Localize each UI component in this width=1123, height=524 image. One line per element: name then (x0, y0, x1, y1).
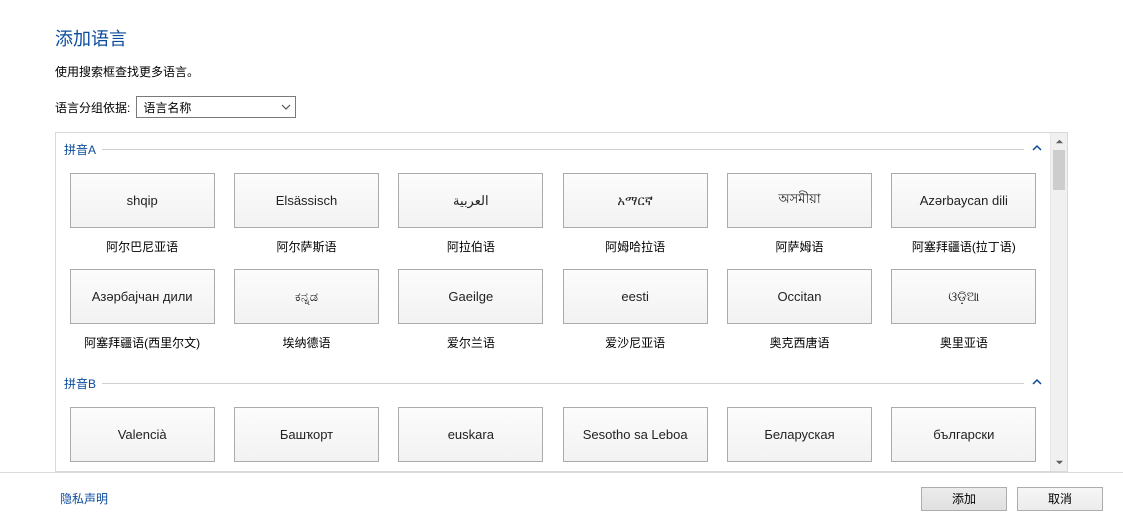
group-by-label: 语言分组依据: (55, 99, 130, 116)
group-by-value: 语言名称 (143, 99, 191, 116)
language-tile[interactable]: български (891, 407, 1036, 462)
dialog-footer: 隐私声明 添加 取消 (0, 472, 1123, 524)
language-tile[interactable]: Беларуская (727, 407, 872, 462)
dialog-title: 添加语言 (55, 25, 1068, 51)
language-label: 奥里亚语 (940, 334, 988, 351)
language-item: Gaeilge 爱尔兰语 (397, 269, 545, 351)
language-tile[interactable]: ಕನ್ನಡ (234, 269, 379, 324)
language-label: 阿尔巴尼亚语 (106, 238, 178, 255)
collapse-icon[interactable] (1030, 375, 1044, 389)
language-label: 阿尔萨斯语 (276, 238, 336, 255)
group-header: 拼音B (62, 375, 1044, 391)
language-label: 爱尔兰语 (447, 334, 495, 351)
language-item: български (890, 407, 1038, 471)
scroll-up-arrow-icon[interactable] (1051, 133, 1067, 150)
language-item: Occitan 奥克西唐语 (725, 269, 873, 351)
language-tile[interactable]: Elsässisch (234, 173, 379, 228)
language-label: 埃纳德语 (282, 334, 330, 351)
group-header: 拼音A (62, 141, 1044, 157)
group-by-select[interactable]: 语言名称 (136, 96, 296, 118)
language-tiles: shqip 阿尔巴尼亚语 Elsässisch 阿尔萨斯语 العربية 阿拉伯语 አማር… (62, 157, 1044, 367)
language-tiles: Valencià Башҡорт euskara Sesotho sa Leboa Бе… (62, 391, 1044, 471)
group-divider (102, 149, 1024, 150)
language-item: Azərbaycan dili 阿塞拜疆语(拉丁语) (890, 173, 1038, 255)
language-label: 奥克西唐语 (769, 334, 829, 351)
language-item: Valencià (68, 407, 216, 471)
add-language-dialog: 添加语言 使用搜索框查找更多语言。 语言分组依据: 语言名称 拼音A shqip 阿… (0, 0, 1123, 524)
group-name: 拼音A (62, 141, 100, 158)
language-tile[interactable]: Valencià (70, 407, 215, 462)
group-name: 拼音B (62, 375, 100, 392)
language-item: Elsässisch 阿尔萨斯语 (232, 173, 380, 255)
language-label: 爱沙尼亚语 (605, 334, 665, 351)
language-item: euskara (397, 407, 545, 471)
language-list-area: 拼音A shqip 阿尔巴尼亚语 Elsässisch 阿尔萨斯语 العربية 阿拉伯语… (55, 132, 1068, 472)
language-item: العربية 阿拉伯语 (397, 173, 545, 255)
language-tile[interactable]: Gaeilge (398, 269, 543, 324)
language-tile[interactable]: ଓଡ଼ିଆ (891, 269, 1036, 324)
scrollbar-thumb[interactable] (1053, 150, 1065, 190)
language-label: 阿塞拜疆语(西里尔文) (84, 334, 200, 351)
collapse-icon[interactable] (1030, 141, 1044, 155)
language-tile[interactable]: Башҡорт (234, 407, 379, 462)
language-tile[interactable]: shqip (70, 173, 215, 228)
language-label: 阿拉伯语 (447, 238, 495, 255)
cancel-button[interactable]: 取消 (1017, 487, 1103, 511)
group-divider (102, 383, 1024, 384)
dialog-content: 添加语言 使用搜索框查找更多语言。 语言分组依据: 语言名称 拼音A shqip 阿… (0, 0, 1123, 472)
language-item: অসমীয়া 阿萨姆语 (725, 173, 873, 255)
language-group: 拼音A shqip 阿尔巴尼亚语 Elsässisch 阿尔萨斯语 العربية 阿拉伯语… (62, 141, 1044, 367)
dialog-subtitle: 使用搜索框查找更多语言。 (55, 63, 1068, 80)
language-tile[interactable]: euskara (398, 407, 543, 462)
language-item: ଓଡ଼ିଆ 奥里亚语 (890, 269, 1038, 351)
scrollbar-track[interactable] (1051, 150, 1067, 454)
language-tile[interactable]: Occitan (727, 269, 872, 324)
language-item: eesti 爱沙尼亚语 (561, 269, 709, 351)
add-button[interactable]: 添加 (921, 487, 1007, 511)
language-label: 阿姆哈拉语 (605, 238, 665, 255)
language-item: Sesotho sa Leboa (561, 407, 709, 471)
language-item: shqip 阿尔巴尼亚语 (68, 173, 216, 255)
language-item: Беларуская (725, 407, 873, 471)
language-list-scroll[interactable]: 拼音A shqip 阿尔巴尼亚语 Elsässisch 阿尔萨斯语 العربية 阿拉伯语… (56, 133, 1050, 471)
vertical-scrollbar[interactable] (1050, 133, 1067, 471)
language-tile[interactable]: العربية (398, 173, 543, 228)
language-item: ಕನ್ನಡ 埃纳德语 (232, 269, 380, 351)
language-item: Азәрбајчан дили 阿塞拜疆语(西里尔文) (68, 269, 216, 351)
chevron-down-icon (281, 102, 291, 112)
language-tile[interactable]: eesti (563, 269, 708, 324)
language-label: 阿萨姆语 (775, 238, 823, 255)
scroll-down-arrow-icon[interactable] (1051, 454, 1067, 471)
language-item: አማርኛ 阿姆哈拉语 (561, 173, 709, 255)
privacy-link[interactable]: 隐私声明 (60, 490, 108, 507)
language-tile[interactable]: Азәрбајчан дили (70, 269, 215, 324)
language-item: Башҡорт (232, 407, 380, 471)
language-tile[interactable]: Sesotho sa Leboa (563, 407, 708, 462)
language-tile[interactable]: አማርኛ (563, 173, 708, 228)
language-label: 阿塞拜疆语(拉丁语) (912, 238, 1016, 255)
group-by-row: 语言分组依据: 语言名称 (55, 96, 1068, 118)
language-tile[interactable]: অসমীয়া (727, 173, 872, 228)
language-tile[interactable]: Azərbaycan dili (891, 173, 1036, 228)
language-group: 拼音B Valencià Башҡорт euskara Sesotho sa Lebo… (62, 375, 1044, 471)
